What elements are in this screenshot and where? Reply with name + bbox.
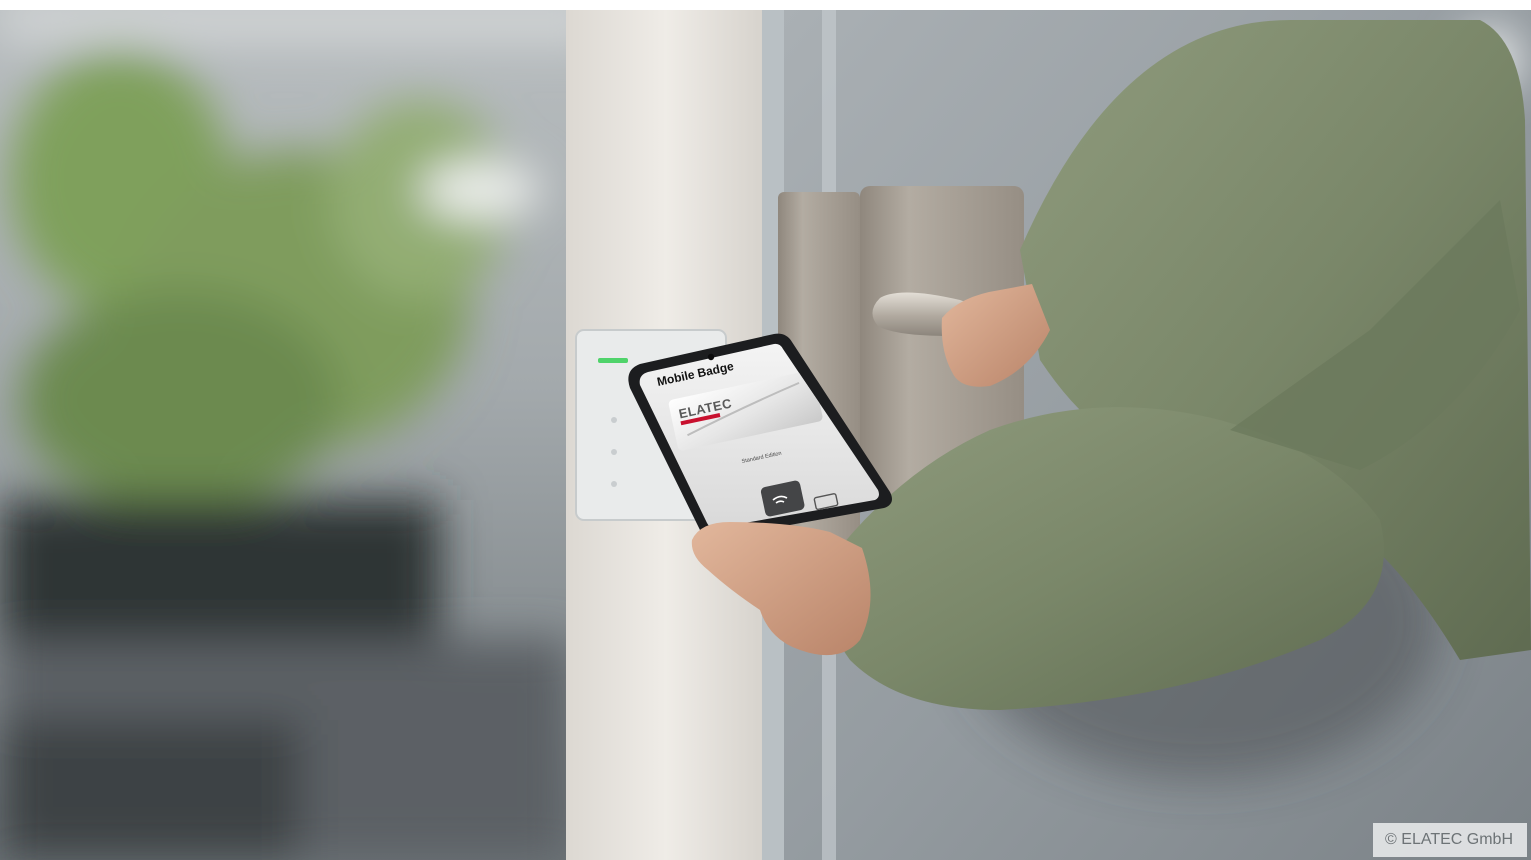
top-border [0, 0, 1531, 10]
photo-credit: © ELATEC GmbH [1373, 823, 1527, 857]
photo-canvas: Mobile Badge ELATEC Standard Edition [0, 0, 1531, 860]
access-control-photo: Mobile Badge ELATEC Standard Edition [0, 0, 1531, 860]
reader-led [598, 358, 628, 363]
front-camera [707, 353, 715, 361]
